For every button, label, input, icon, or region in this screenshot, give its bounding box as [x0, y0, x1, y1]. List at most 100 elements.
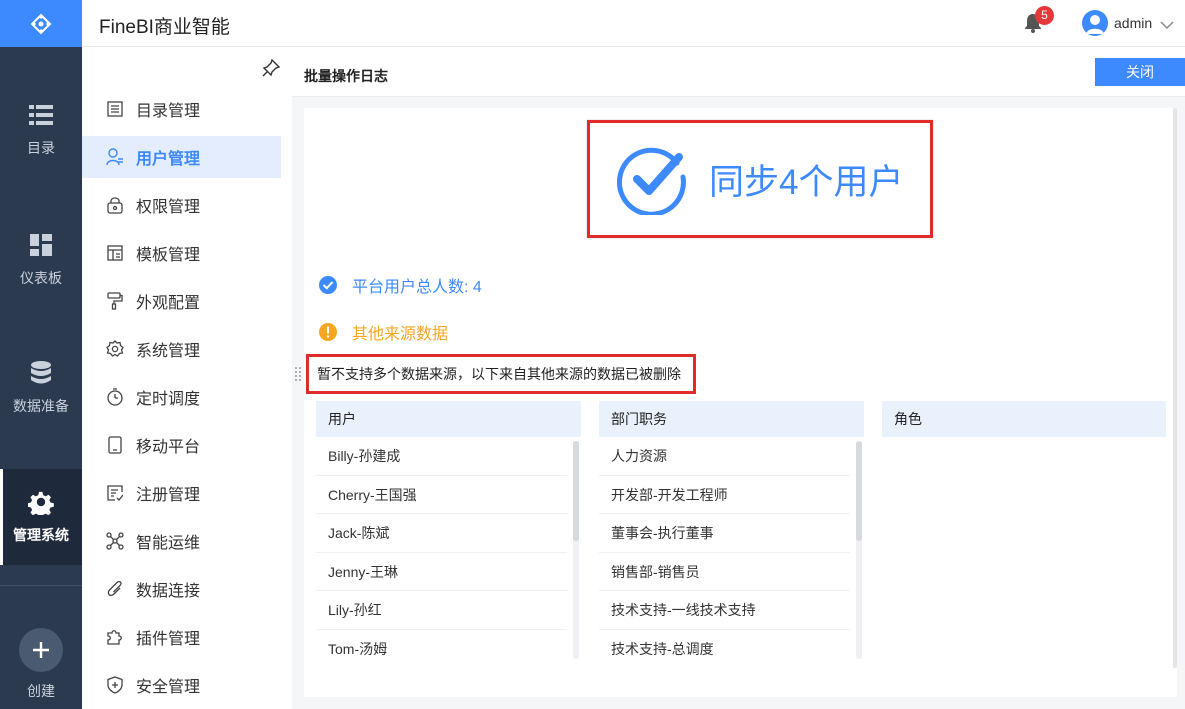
menu-item-register[interactable]: 注册管理: [82, 472, 281, 514]
drag-handle-icon[interactable]: [294, 366, 302, 382]
check-circle-icon: [319, 276, 337, 294]
other-sources-text: 其他来源数据: [352, 326, 449, 343]
shield-icon: [106, 676, 124, 694]
roles-column: 角色: [882, 401, 1166, 437]
users-list: Billy-孙建成 Cherry-王国强 Jack-陈斌 Jenny-王琳 Li…: [316, 437, 581, 661]
column-header: 用户: [316, 401, 581, 437]
rail-divider: [0, 585, 82, 586]
sync-result-box: 同步4个用户: [587, 120, 933, 238]
pin-icon[interactable]: [262, 58, 281, 77]
list-icon: [28, 102, 54, 128]
gear-icon: [28, 489, 54, 515]
register-icon: [106, 484, 124, 502]
rail-item-dashboard[interactable]: 仪表板: [0, 212, 82, 308]
create-button[interactable]: [19, 628, 63, 672]
menu-item-label: 安全管理: [136, 679, 201, 696]
dashboard-icon: [28, 232, 54, 258]
menu-item-label: 定时调度: [136, 391, 201, 408]
username[interactable]: admin: [1114, 15, 1152, 31]
management-menu: 目录管理 用户管理 权限管理 模板管理 外观配置 系统管理 定时调度 移动平台 …: [82, 47, 292, 709]
menu-item-ops[interactable]: 智能运维: [82, 520, 281, 562]
rail-item-management[interactable]: 管理系统: [0, 469, 82, 565]
mobile-icon: [106, 436, 124, 454]
rail-item-catalog[interactable]: 目录: [0, 82, 82, 178]
menu-item-label: 目录管理: [136, 103, 201, 120]
rail-item-data-prep[interactable]: 数据准备: [0, 340, 82, 436]
close-button[interactable]: 关闭: [1095, 58, 1185, 86]
menu-item-mobile[interactable]: 移动平台: [82, 424, 281, 466]
list-item: 人力资源: [599, 437, 850, 476]
avatar[interactable]: [1082, 10, 1108, 36]
menu-item-system[interactable]: 系统管理: [82, 328, 281, 370]
list-item: 开发部-开发工程师: [599, 476, 850, 515]
other-sources-line: 其他来源数据: [318, 320, 448, 344]
database-icon: [28, 360, 54, 386]
paperclip-icon: [106, 580, 124, 598]
list-item: Billy-孙建成: [316, 437, 567, 476]
menu-item-label: 插件管理: [136, 631, 201, 648]
catalog-icon: [106, 100, 124, 118]
create-label: 创建: [27, 683, 55, 699]
paint-roller-icon: [106, 292, 124, 310]
menu-item-label: 注册管理: [136, 487, 201, 504]
panel-scrollbar[interactable]: [1173, 108, 1177, 668]
content-title-bar: 批量操作日志 关闭: [292, 47, 1185, 97]
warning-icon: [319, 323, 337, 341]
content-area: 批量操作日志 关闭 同步4个用户 平台用户总人数: 4 其他来源数据 暂不支持多…: [292, 47, 1185, 709]
menu-item-users[interactable]: 用户管理: [82, 136, 281, 178]
departments-column: 部门职务 人力资源 开发部-开发工程师 董事会-执行董事 销售部-销售员 技术支…: [599, 401, 864, 661]
list-item: Jenny-王琳: [316, 553, 567, 592]
notification-badge: 5: [1035, 6, 1054, 25]
user-icon: [106, 148, 124, 166]
list-item: 销售部-销售员: [599, 553, 850, 592]
menu-item-label: 系统管理: [136, 343, 201, 360]
warning-text: 暂不支持多个数据来源，以下来自其他来源的数据已被删除: [317, 366, 681, 382]
menu-item-templates[interactable]: 模板管理: [82, 232, 281, 274]
menu-item-label: 外观配置: [136, 295, 201, 312]
departments-list: 人力资源 开发部-开发工程师 董事会-执行董事 销售部-销售员 技术支持-一线技…: [599, 437, 864, 661]
total-users-line: 平台用户总人数: 4: [318, 273, 482, 297]
list-item: Cherry-王国强: [316, 476, 567, 515]
lock-icon: [106, 196, 124, 214]
app-title: FineBI商业智能: [99, 17, 230, 38]
template-icon: [106, 244, 124, 262]
menu-item-catalog[interactable]: 目录管理: [82, 88, 281, 130]
list-item: 技术支持-一线技术支持: [599, 591, 850, 630]
timer-icon: [106, 388, 124, 406]
scrollbar-thumb[interactable]: [573, 441, 579, 541]
list-item: Jack-陈斌: [316, 514, 567, 553]
left-nav-rail: 目录 仪表板 数据准备 管理系统 创建: [0, 0, 82, 709]
menu-item-permissions[interactable]: 权限管理: [82, 184, 281, 226]
gear-icon: [106, 340, 124, 358]
top-header: FineBI商业智能 5 admin: [82, 0, 1185, 47]
page-title: 批量操作日志: [304, 68, 388, 84]
chevron-down-icon[interactable]: [1160, 17, 1174, 30]
rail-item-label: 管理系统: [13, 527, 69, 543]
rail-item-label: 目录: [27, 140, 55, 156]
plus-icon: [33, 642, 49, 658]
list-item: 技术支持-总调度: [599, 630, 850, 661]
menu-item-appearance[interactable]: 外观配置: [82, 280, 281, 322]
menu-item-data-connection[interactable]: 数据连接: [82, 568, 281, 610]
check-circle-icon: [617, 147, 686, 215]
list-item: Lily-孙红: [316, 591, 567, 630]
menu-item-label: 智能运维: [136, 535, 201, 552]
logo-icon[interactable]: [0, 0, 82, 47]
menu-item-plugins[interactable]: 插件管理: [82, 616, 281, 658]
menu-item-label: 模板管理: [136, 247, 201, 264]
scrollbar-thumb[interactable]: [856, 441, 862, 541]
column-header: 部门职务: [599, 401, 864, 437]
menu-item-label: 用户管理: [136, 151, 201, 168]
sync-result-text: 同步4个用户: [709, 162, 904, 202]
menu-item-security[interactable]: 安全管理: [82, 664, 281, 706]
puzzle-icon: [106, 628, 124, 646]
menu-item-label: 权限管理: [136, 199, 201, 216]
rail-item-label: 数据准备: [13, 398, 69, 414]
warning-message: 暂不支持多个数据来源，以下来自其他来源的数据已被删除: [306, 354, 696, 394]
column-header: 角色: [882, 401, 1166, 437]
menu-item-schedule[interactable]: 定时调度: [82, 376, 281, 418]
list-item: Tom-汤姆: [316, 630, 567, 661]
total-users-text: 平台用户总人数: 4: [352, 279, 482, 296]
network-icon: [106, 532, 124, 550]
list-item: 董事会-执行董事: [599, 514, 850, 553]
